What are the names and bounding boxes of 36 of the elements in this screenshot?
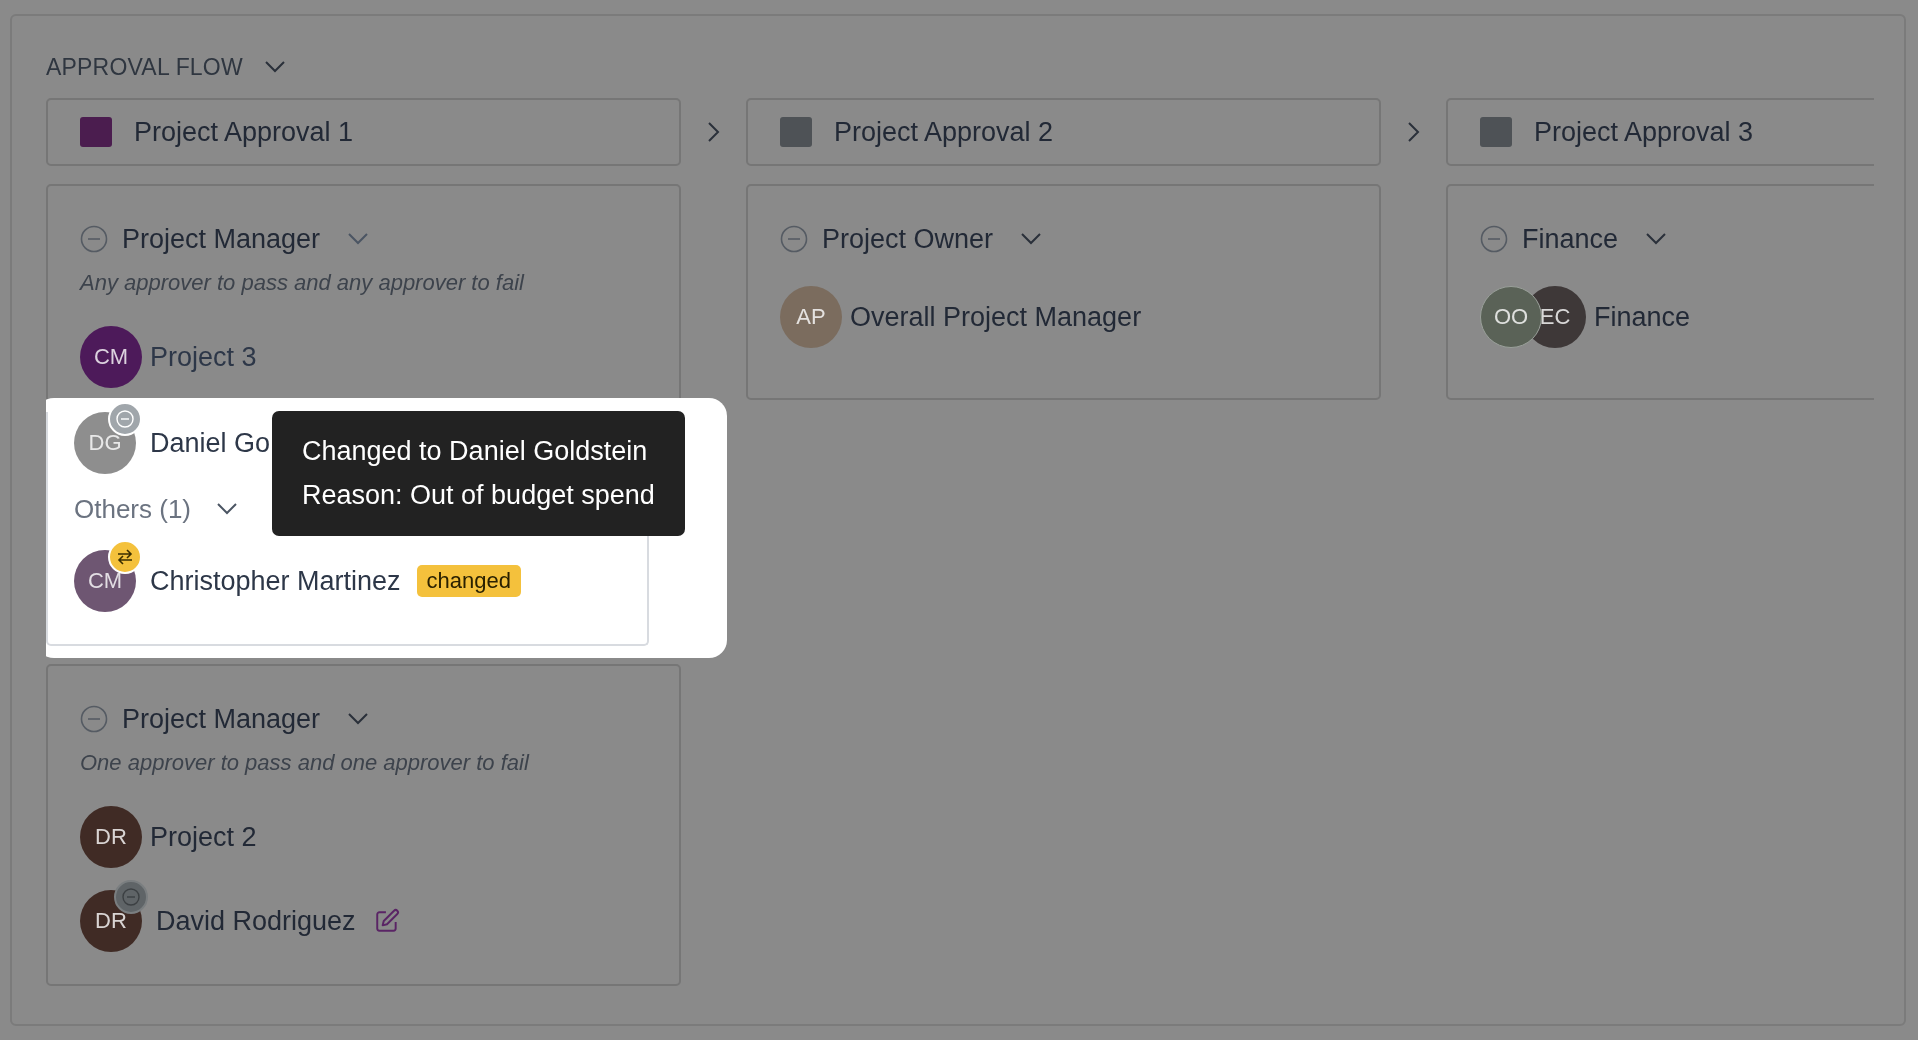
section-title: APPROVAL FLOW — [46, 53, 243, 81]
edit-icon[interactable] — [373, 908, 400, 934]
approver-name: Daniel Go — [150, 427, 271, 459]
approver-name: Christopher Martinez — [150, 565, 401, 597]
role-label: Project Manager — [122, 703, 321, 735]
approver-name: Finance — [1594, 301, 1691, 333]
chevron-down-icon[interactable] — [348, 713, 369, 725]
tooltip-text: Reason: Out of budget spend — [302, 479, 655, 512]
stage-title: Project Approval 2 — [834, 116, 1054, 148]
avatar: CM — [80, 326, 142, 388]
approver-name: Project 3 — [150, 341, 257, 373]
stage-title: Project Approval 3 — [1534, 116, 1754, 148]
chevron-right-icon[interactable] — [707, 122, 720, 142]
avatar: OO — [1480, 286, 1542, 348]
approver-name: Project 2 — [150, 821, 257, 853]
changed-tag: changed — [416, 565, 521, 597]
rule-text: One approver to pass and one approver to fail — [80, 750, 531, 776]
chevron-down-icon[interactable] — [264, 61, 285, 73]
approver-name: David Rodriguez — [156, 905, 356, 937]
avatar: DR — [80, 806, 142, 868]
stage-header[interactable]: Project Approval 3 — [1446, 98, 1874, 166]
tooltip-text: Changed to Daniel Goldstein — [302, 435, 649, 468]
role-label: Project Manager — [122, 223, 321, 255]
role-label: Project Owner — [822, 223, 994, 255]
rule-text: Any approver to pass and any approver to fail — [80, 270, 526, 296]
others-toggle[interactable]: Others (1) — [74, 493, 192, 525]
chevron-down-icon[interactable] — [1021, 233, 1042, 245]
role-label: Finance — [1522, 223, 1619, 255]
avatar: AP — [780, 286, 842, 348]
stage-title: Project Approval 1 — [134, 116, 354, 148]
chevron-right-icon[interactable] — [1407, 122, 1420, 142]
stage-header[interactable]: Project Approval 1 — [46, 98, 681, 166]
chevron-down-icon[interactable] — [217, 503, 238, 515]
chevron-down-icon[interactable] — [1646, 233, 1667, 245]
approver-name: Overall Project Manager — [850, 301, 1142, 333]
stage-header[interactable]: Project Approval 2 — [746, 98, 1381, 166]
